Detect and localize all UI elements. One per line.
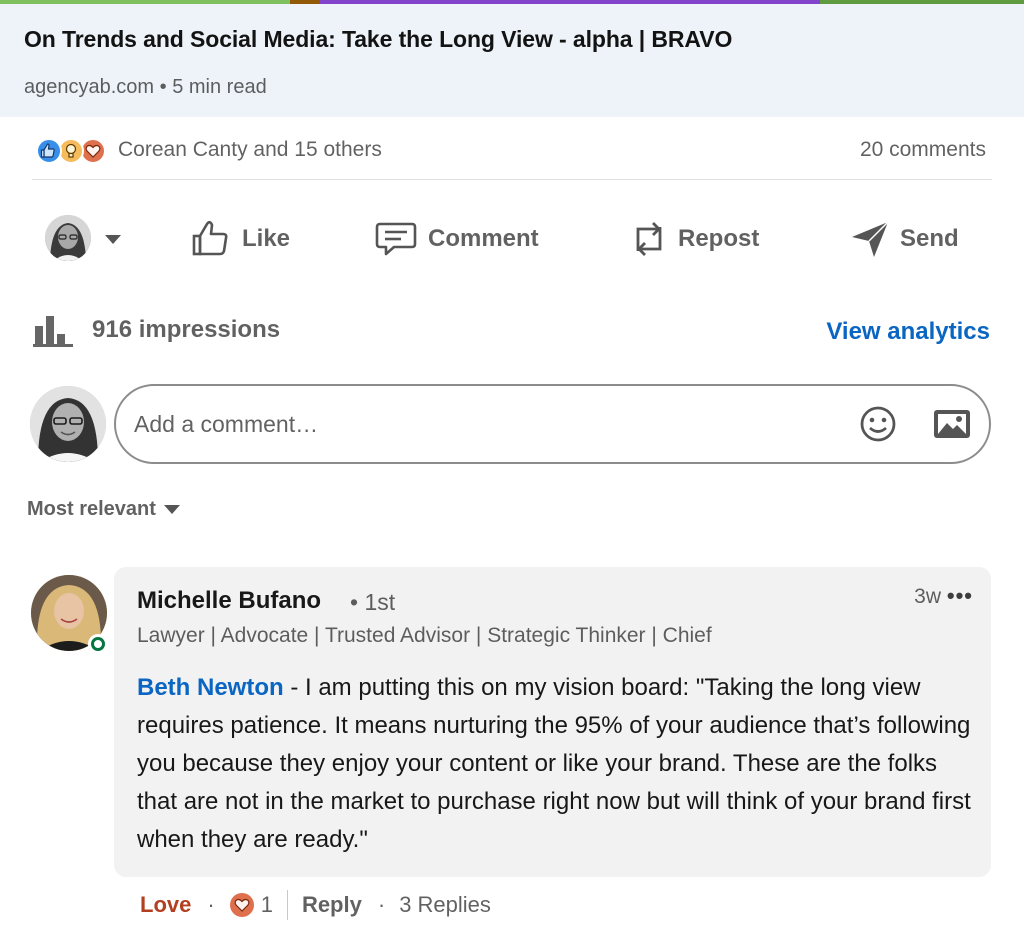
love-reaction-button[interactable]: Love bbox=[140, 892, 191, 918]
mention-link[interactable]: Beth Newton bbox=[137, 674, 284, 701]
connection-degree: • 1st bbox=[350, 589, 396, 615]
like-button[interactable]: Like bbox=[190, 217, 290, 261]
chevron-down-icon bbox=[105, 235, 121, 244]
comment-composer bbox=[0, 384, 1024, 468]
social-counts: Corean Canty and 15 others 20 comments bbox=[32, 128, 992, 180]
love-icon bbox=[229, 893, 254, 917]
bar-chart-icon bbox=[33, 316, 73, 347]
avatar bbox=[45, 215, 91, 261]
comment-input-box[interactable] bbox=[114, 384, 991, 464]
more-options-icon[interactable]: ••• bbox=[947, 583, 973, 609]
sort-label: Most relevant bbox=[27, 498, 156, 520]
replies-count-link[interactable]: 3 Replies bbox=[399, 892, 491, 918]
post-action-bar: Like Comment Repost Send bbox=[0, 205, 1024, 275]
comment-author[interactable]: Michelle Bufano bbox=[137, 587, 321, 615]
repost-label: Repost bbox=[678, 225, 760, 252]
divider bbox=[286, 890, 288, 920]
separator-dot: · bbox=[377, 892, 386, 917]
comment-sort-dropdown[interactable]: Most relevant bbox=[27, 498, 180, 521]
comment-icon bbox=[375, 222, 417, 256]
separator-dot: · bbox=[207, 892, 215, 917]
view-analytics-link[interactable]: View analytics bbox=[826, 318, 990, 346]
comment-text: Beth Newton - I am putting this on my vi… bbox=[137, 669, 977, 859]
comment-social-bar: Love · 1 Reply · 3 Replies bbox=[140, 888, 491, 922]
repost-button[interactable]: Repost bbox=[630, 217, 759, 261]
send-button[interactable]: Send bbox=[850, 217, 959, 261]
like-icon bbox=[36, 138, 62, 164]
add-image-button[interactable] bbox=[932, 406, 972, 442]
article-source: agencyab.com • 5 min read bbox=[24, 76, 267, 98]
chevron-down-icon bbox=[163, 505, 180, 514]
image-icon bbox=[934, 410, 970, 438]
send-label: Send bbox=[900, 225, 959, 252]
emoji-button[interactable] bbox=[858, 404, 898, 444]
reactions-summary[interactable]: Corean Canty and 15 others bbox=[118, 138, 382, 162]
comment-button[interactable]: Comment bbox=[374, 217, 539, 261]
reaction-count-value: 1 bbox=[260, 892, 273, 917]
article-title[interactable]: On Trends and Social Media: Take the Lon… bbox=[24, 26, 732, 53]
impressions-count: 916 impressions bbox=[92, 316, 281, 343]
reaction-icons[interactable] bbox=[36, 138, 112, 164]
send-icon bbox=[852, 221, 889, 257]
comment-bubble: Michelle Bufano • 1st 3w ••• Lawyer | Ad… bbox=[114, 567, 991, 877]
reply-button[interactable]: Reply bbox=[302, 892, 362, 918]
comment-label: Comment bbox=[428, 225, 539, 252]
reaction-count[interactable]: 1 bbox=[229, 892, 273, 918]
actor-switcher[interactable] bbox=[45, 215, 131, 265]
article-link-card[interactable]: On Trends and Social Media: Take the Lon… bbox=[0, 4, 1024, 117]
comment-timestamp: 3w bbox=[914, 585, 941, 608]
smiley-icon bbox=[860, 406, 896, 442]
author-headline: Lawyer | Advocate | Trusted Advisor | St… bbox=[137, 624, 712, 647]
repost-icon bbox=[636, 222, 662, 256]
comment-input[interactable] bbox=[134, 404, 794, 444]
comment-item: Michelle Bufano • 1st 3w ••• Lawyer | Ad… bbox=[0, 565, 1024, 943]
like-label: Like bbox=[242, 225, 291, 252]
avatar bbox=[30, 386, 106, 462]
online-status-icon bbox=[88, 634, 108, 654]
comments-count[interactable]: 20 comments bbox=[860, 138, 986, 162]
impressions-stat[interactable]: 916 impressions bbox=[32, 312, 280, 348]
thumbs-up-icon bbox=[192, 220, 228, 256]
